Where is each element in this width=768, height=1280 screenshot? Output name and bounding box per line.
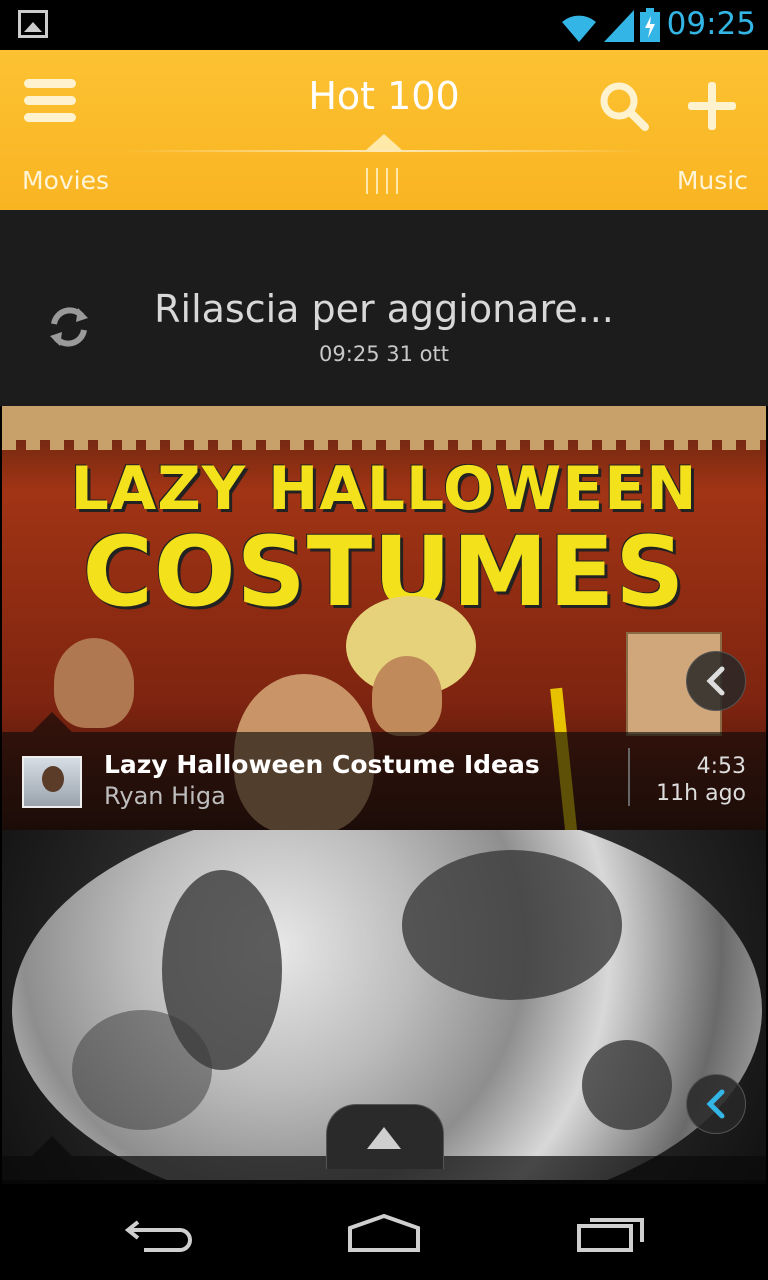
battery-charging-icon [640,8,660,42]
recent-apps-icon[interactable] [576,1210,646,1254]
video-title[interactable]: Lazy Halloween Costume Ideas [104,750,540,779]
action-bar: Hot 100 Movies Music [0,50,768,210]
video-duration: 4:53 [696,754,746,779]
thumbnail-person [372,656,442,736]
chevron-left-icon [706,1089,725,1119]
tab-movies[interactable]: Movies [22,166,109,195]
bottom-drawer-handle[interactable] [326,1104,444,1169]
drag-grip[interactable] [366,168,402,194]
video-channel[interactable]: Ryan Higa [104,782,226,810]
info-pointer [32,712,72,732]
info-pointer [32,1136,72,1156]
refresh-timestamp: 09:25 31 ott [319,342,449,366]
expand-arrow-button[interactable] [686,1074,746,1134]
navigation-bar [0,1184,768,1280]
section-indicator [366,134,402,150]
chevron-left-icon [706,666,725,696]
add-icon[interactable] [686,80,738,132]
thumbnail-decoration [2,406,766,450]
gallery-icon [18,10,48,38]
tab-music[interactable]: Music [677,166,748,195]
moon-crater [72,1010,212,1130]
back-icon[interactable] [124,1214,194,1254]
refresh-message: Rilascia per aggionare... [154,287,614,331]
signal-icon [604,10,634,42]
moon-crater [402,850,622,1000]
moon-crater [582,1040,672,1130]
title-underline [120,150,648,152]
status-icons [560,8,660,42]
thumbnail-title-line1: LAZY HALLOWEEN [70,454,698,524]
pull-to-refresh: Rilascia per aggionare... 09:25 31 ott [0,210,768,406]
info-divider [628,748,630,806]
expand-arrow-button[interactable] [686,651,746,711]
home-icon[interactable] [346,1214,422,1254]
video-age: 11h ago [656,781,746,806]
clock: 09:25 [666,6,756,42]
video-info-bar[interactable] [2,732,766,830]
search-icon[interactable] [598,80,650,132]
wifi-icon [562,15,596,42]
status-bar: 09:25 [0,0,768,50]
channel-avatar[interactable] [22,756,82,808]
page-title: Hot 100 [308,74,460,118]
